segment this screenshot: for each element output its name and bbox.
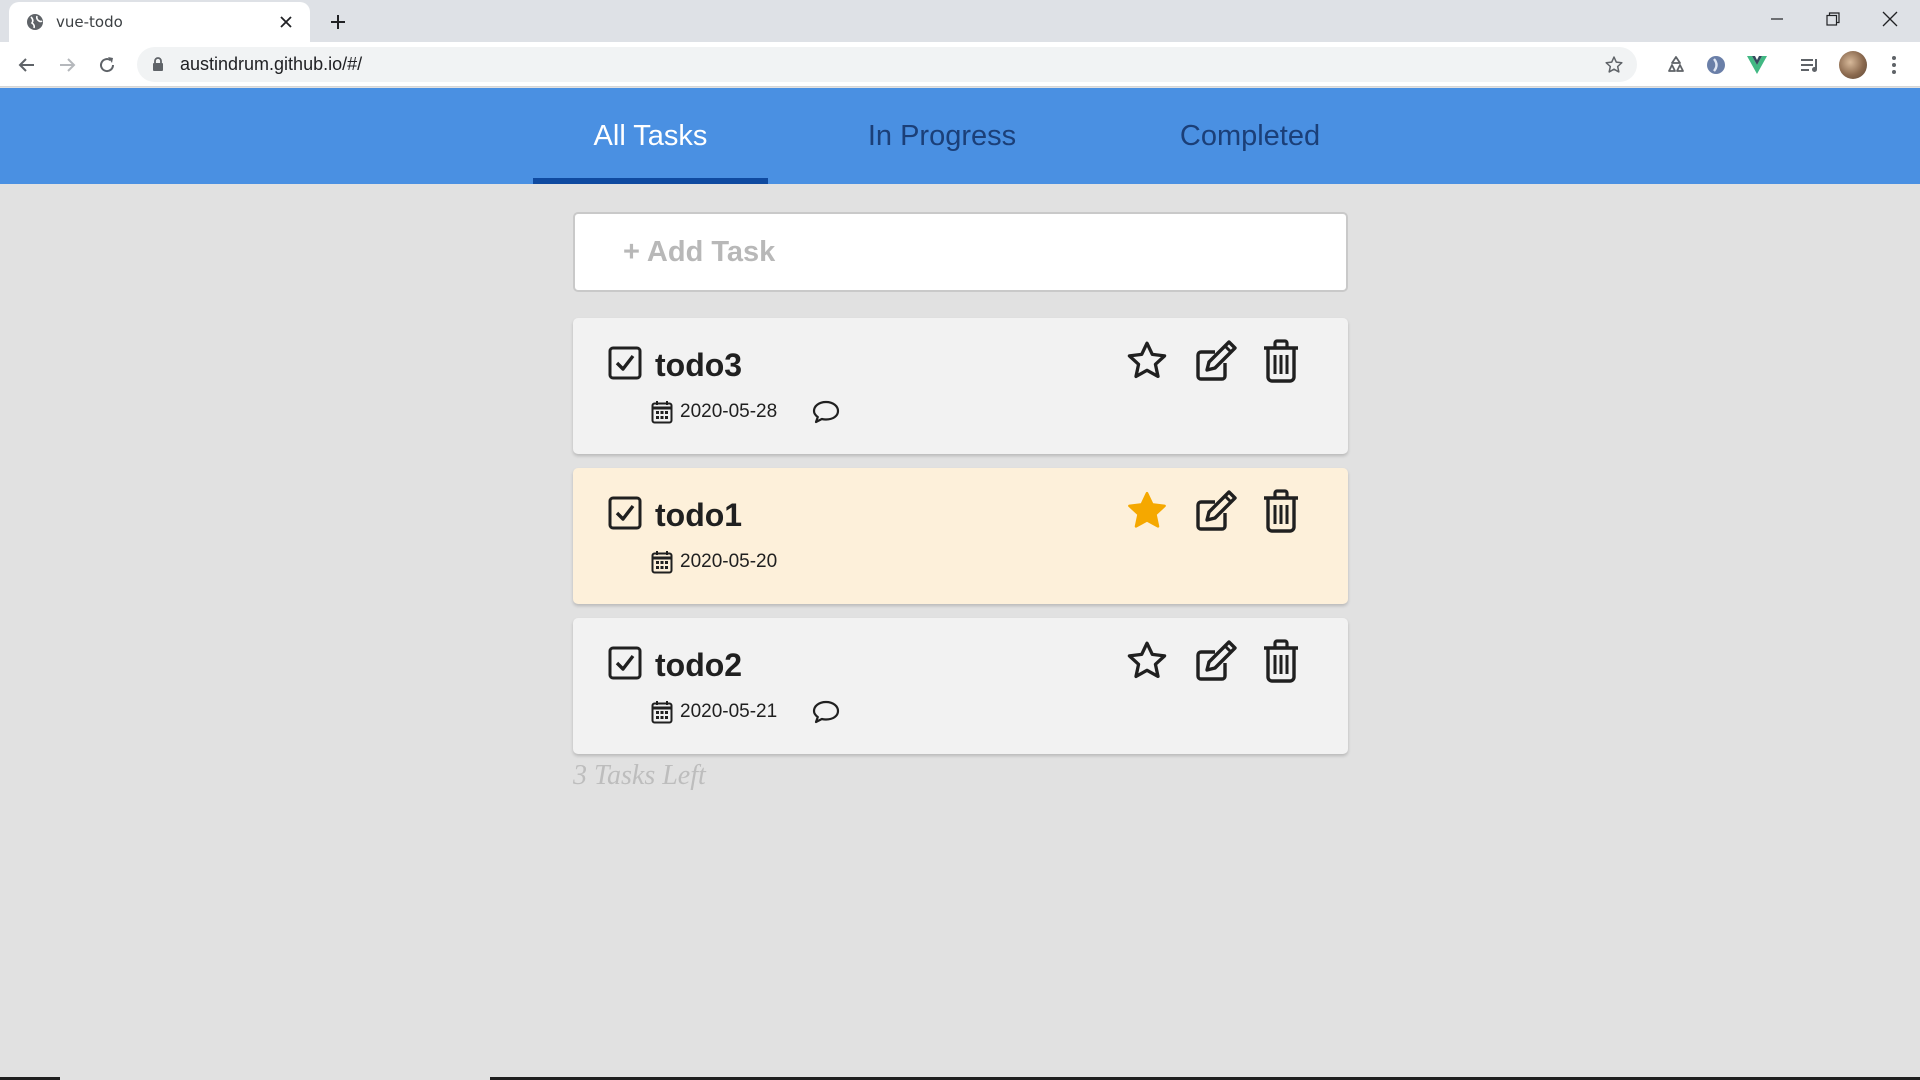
- task-item[interactable]: todo1 2020-05-20: [573, 468, 1348, 604]
- edit-icon[interactable]: [1193, 338, 1239, 384]
- checkbox-icon[interactable]: [607, 345, 643, 381]
- new-tab-button[interactable]: [325, 9, 351, 35]
- star-icon[interactable]: [1124, 638, 1170, 684]
- task-date: 2020-05-28: [680, 401, 778, 422]
- trash-icon[interactable]: [1261, 638, 1301, 684]
- task-name: todo3: [655, 347, 743, 383]
- comment-icon: [812, 399, 840, 425]
- restore-button[interactable]: [1805, 0, 1861, 38]
- minimize-button[interactable]: [1749, 0, 1805, 38]
- minimize-icon: [1771, 18, 1783, 20]
- address-bar[interactable]: austindrum.github.io/#/: [137, 47, 1637, 82]
- task-item[interactable]: todo2 2020-05-21: [573, 618, 1348, 754]
- task-item[interactable]: todo3 2020-05-28: [573, 318, 1348, 454]
- add-task-box[interactable]: [573, 212, 1348, 292]
- edit-icon[interactable]: [1193, 638, 1239, 684]
- media-control-icon[interactable]: [1797, 52, 1823, 78]
- trash-icon[interactable]: [1261, 488, 1301, 534]
- checkbox-icon[interactable]: [607, 645, 643, 681]
- task-date: 2020-05-20: [680, 551, 778, 572]
- bookmark-star-icon[interactable]: [1603, 54, 1625, 76]
- calendar-icon: [650, 699, 674, 725]
- comment-icon: [812, 699, 840, 725]
- forward-arrow-icon: [60, 58, 76, 72]
- trash-icon[interactable]: [1261, 338, 1301, 384]
- url-text: austindrum.github.io/#/: [180, 54, 363, 74]
- browser-tabstrip: vue-todo: [0, 0, 1920, 42]
- extension-circle-icon[interactable]: [1703, 52, 1729, 78]
- reload-button[interactable]: [92, 50, 122, 80]
- tab-title: vue-todo: [56, 13, 123, 31]
- browser-tab[interactable]: vue-todo: [9, 2, 310, 42]
- forward-button[interactable]: [52, 50, 82, 80]
- back-arrow-icon: [18, 58, 34, 72]
- app-header: All Tasks In Progress Completed: [0, 88, 1920, 184]
- tasks-left-counter: 3 Tasks Left: [573, 760, 706, 791]
- restore-icon: [1826, 12, 1840, 26]
- globe-icon: [25, 13, 44, 32]
- star-icon[interactable]: [1124, 488, 1170, 534]
- checkbox-icon[interactable]: [607, 495, 643, 531]
- lock-icon: [151, 57, 165, 73]
- active-tab-indicator: [533, 178, 768, 184]
- avatar[interactable]: [1839, 51, 1867, 79]
- extension-recycle-icon[interactable]: [1663, 52, 1689, 78]
- task-date: 2020-05-21: [680, 701, 778, 722]
- close-icon[interactable]: [276, 12, 296, 32]
- close-window-button[interactable]: [1862, 0, 1918, 38]
- plus-icon: [331, 15, 345, 29]
- back-button[interactable]: [12, 50, 42, 80]
- edit-icon[interactable]: [1193, 488, 1239, 534]
- task-name: todo2: [655, 647, 743, 683]
- calendar-icon: [650, 399, 674, 425]
- reload-icon: [100, 57, 115, 73]
- tab-all-tasks[interactable]: All Tasks: [533, 88, 768, 184]
- tab-completed[interactable]: Completed: [1150, 88, 1350, 184]
- star-icon[interactable]: [1124, 338, 1170, 384]
- add-task-input[interactable]: [623, 235, 1223, 269]
- browser-toolbar: austindrum.github.io/#/: [0, 42, 1920, 87]
- close-icon: [1882, 11, 1898, 27]
- tab-in-progress[interactable]: In Progress: [842, 88, 1042, 184]
- calendar-icon: [650, 549, 674, 575]
- vue-devtools-icon[interactable]: [1744, 52, 1770, 78]
- task-name: todo1: [655, 497, 743, 533]
- more-menu-icon[interactable]: [1881, 52, 1907, 78]
